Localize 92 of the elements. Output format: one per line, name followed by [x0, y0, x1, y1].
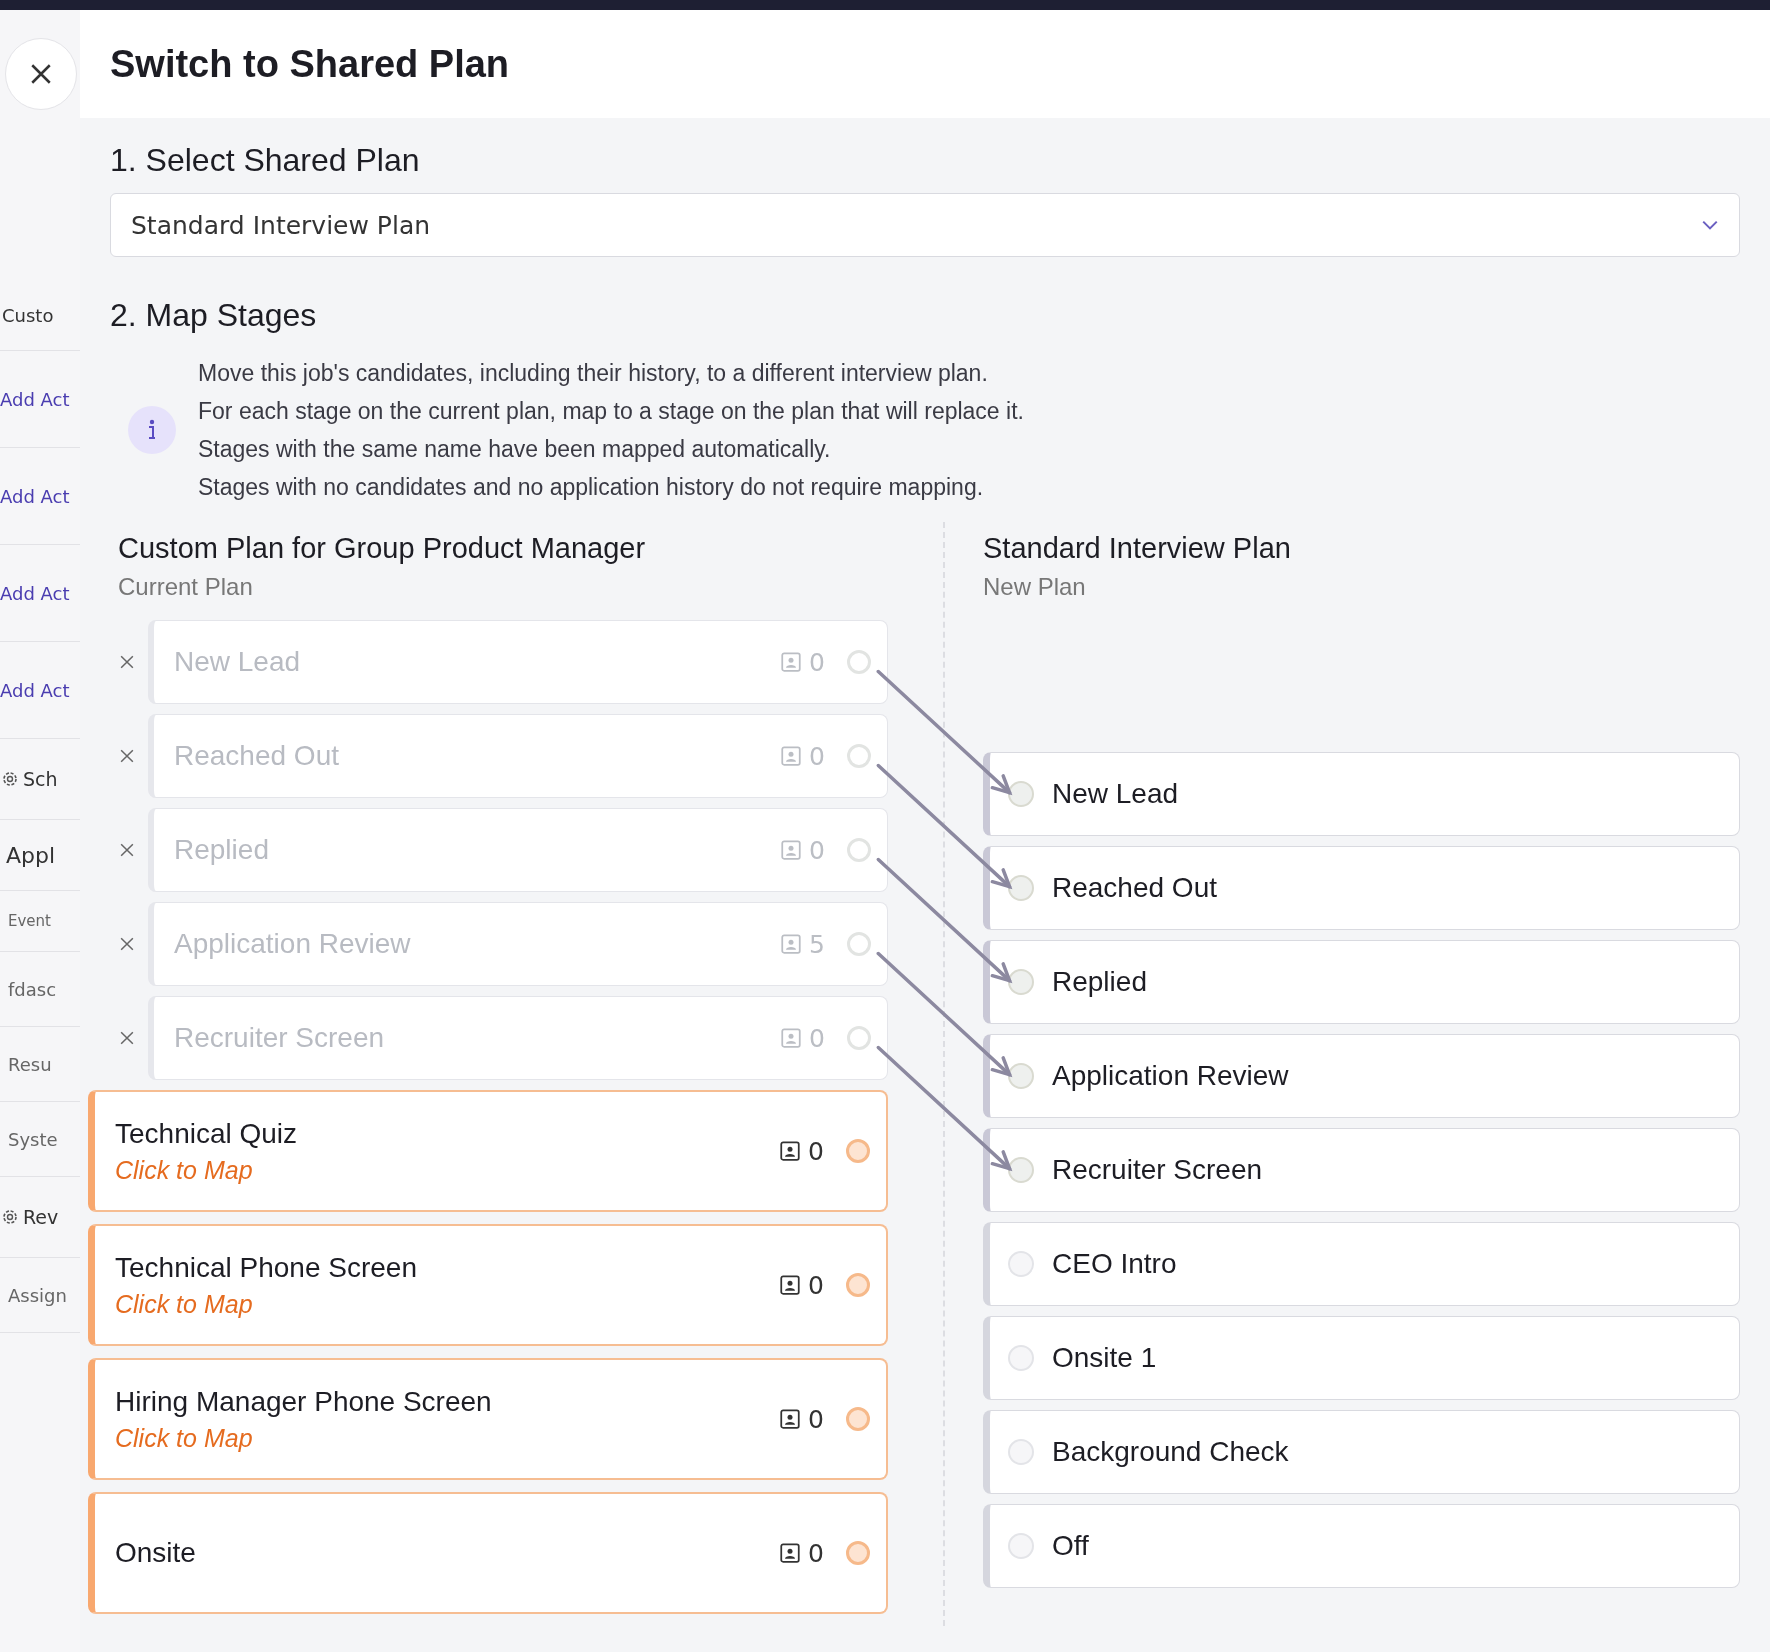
candidate-count: 0	[808, 1136, 824, 1166]
background-text: fdasc	[8, 978, 57, 1000]
plan-subtitle: Current Plan	[118, 573, 254, 601]
stage-card[interactable]: Onsite 1	[983, 1316, 1740, 1400]
candidate-icon	[780, 1409, 801, 1429]
gear-icon	[0, 1207, 20, 1227]
connector-handle[interactable]	[847, 1026, 871, 1050]
connector-handle[interactable]	[1008, 1251, 1034, 1277]
modal-title: Switch to Shared Plan	[110, 42, 510, 86]
candidate-icon	[781, 840, 802, 860]
gear-icon	[0, 769, 20, 789]
add-action-link[interactable]: Add Act	[0, 485, 70, 507]
connector-handle[interactable]	[1008, 781, 1034, 807]
connector-handle[interactable]	[846, 1273, 870, 1297]
add-action-link[interactable]: Add Act	[0, 388, 70, 410]
stage-name: New Lead	[174, 646, 301, 678]
stage-card[interactable]: Hiring Manager Phone Screen Click to Map 0	[88, 1358, 888, 1480]
section-title: 2. Map Stages	[110, 297, 318, 334]
connector-handle[interactable]	[846, 1407, 870, 1431]
candidate-count: 0	[809, 835, 825, 865]
candidate-count: 0	[809, 1023, 825, 1053]
info-text: Stages with the same name have been mapped automatically.	[198, 435, 832, 464]
add-action-link[interactable]: Add Act	[0, 582, 70, 604]
candidate-count: 0	[808, 1270, 824, 1300]
stage-card[interactable]: Recruiter Screen	[983, 1128, 1740, 1212]
background-text: Event	[8, 912, 51, 930]
stage-card[interactable]: Reached Out	[983, 846, 1740, 930]
stage-card[interactable]: Background Check	[983, 1410, 1740, 1494]
background-text: Appl	[6, 842, 56, 868]
connector-handle[interactable]	[1008, 1345, 1034, 1371]
background-text: Syste	[8, 1128, 58, 1150]
candidate-count: 0	[809, 741, 825, 771]
stage-card[interactable]: Technical Quiz Click to Map 0	[88, 1090, 888, 1212]
candidate-icon	[780, 1141, 801, 1161]
candidate-icon	[780, 1275, 801, 1295]
background-text: Resu	[8, 1053, 52, 1075]
candidate-icon	[781, 934, 802, 954]
candidate-icon	[781, 652, 802, 672]
info-icon	[128, 406, 176, 454]
remove-icon[interactable]	[120, 1031, 134, 1045]
add-action-link[interactable]: Add Act	[0, 679, 70, 701]
info-text: For each stage on the current plan, map to a stage on the plan that will replace it.	[198, 397, 1024, 426]
background-text: Custo	[2, 304, 54, 326]
background-text: Assign	[8, 1284, 67, 1306]
stage-card[interactable]: New Lead	[983, 752, 1740, 836]
connector-handle[interactable]	[1008, 1533, 1034, 1559]
candidate-count: 0	[808, 1538, 824, 1568]
candidate-count: 0	[809, 647, 825, 677]
remove-icon[interactable]	[120, 655, 134, 669]
candidate-icon	[781, 1028, 802, 1048]
connector-handle[interactable]	[847, 744, 871, 768]
plan-title: Custom Plan for Group Product Manager	[118, 532, 647, 565]
stage-card[interactable]: Onsite 0	[88, 1492, 888, 1614]
connector-handle[interactable]	[847, 932, 871, 956]
plan-subtitle: New Plan	[983, 573, 1087, 601]
stage-card[interactable]: CEO Intro	[983, 1222, 1740, 1306]
candidate-icon	[780, 1543, 801, 1563]
candidate-count: 5	[809, 929, 825, 959]
connector-handle[interactable]	[1008, 1439, 1034, 1465]
stage-name: Application Review	[174, 928, 411, 960]
stage-name: Hiring Manager Phone Screen	[115, 1385, 492, 1418]
info-text: Move this job's candidates, including their history, to a different interview plan.	[198, 359, 989, 388]
stage-card[interactable]: Off	[983, 1504, 1740, 1588]
connector-handle[interactable]	[1008, 1063, 1034, 1089]
info-text: Stages with no candidates and no application history do not require mapping.	[198, 473, 985, 502]
chevron-down-icon	[1701, 219, 1719, 231]
stage-name: Reached Out	[174, 740, 339, 772]
remove-icon[interactable]	[120, 843, 134, 857]
connector-handle[interactable]	[846, 1139, 870, 1163]
connector-handle[interactable]	[847, 650, 871, 674]
stage-name: Onsite	[115, 1537, 196, 1569]
stage-card[interactable]: Application Review	[983, 1034, 1740, 1118]
candidate-icon	[781, 746, 802, 766]
plan-select[interactable]: Standard Interview Plan	[110, 193, 1740, 257]
plan-title: Standard Interview Plan	[983, 532, 1292, 565]
connector-handle[interactable]	[847, 838, 871, 862]
background-text: Rev	[23, 1206, 59, 1228]
stage-card[interactable]: Technical Phone Screen Click to Map 0	[88, 1224, 888, 1346]
connector-handle[interactable]	[1008, 875, 1034, 901]
background-text: Sch	[23, 768, 58, 790]
section-title: 1. Select Shared Plan	[110, 142, 421, 179]
remove-icon[interactable]	[120, 937, 134, 951]
connector-handle[interactable]	[1008, 1157, 1034, 1183]
candidate-count: 0	[808, 1404, 824, 1434]
connector-handle[interactable]	[1008, 969, 1034, 995]
stage-name: Technical Quiz	[115, 1117, 298, 1150]
connector-handle[interactable]	[846, 1541, 870, 1565]
stage-name: Replied	[174, 834, 269, 866]
stage-name: Recruiter Screen	[174, 1022, 385, 1054]
remove-icon[interactable]	[120, 749, 134, 763]
stage-card[interactable]: Replied	[983, 940, 1740, 1024]
stage-name: Technical Phone Screen	[115, 1251, 417, 1284]
